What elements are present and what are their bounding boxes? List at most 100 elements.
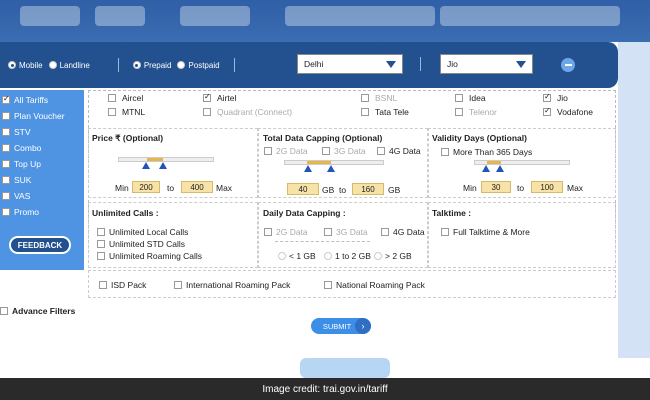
checkbox-icon	[203, 92, 211, 102]
submit-button[interactable]: SUBMIT ›	[311, 318, 371, 334]
connection-landline-radio[interactable]: Landline	[48, 61, 90, 70]
validity-max-input[interactable]: 100	[531, 181, 563, 193]
sidebar-item-suk[interactable]: SUK	[0, 172, 84, 188]
sidebar-item-combo[interactable]: Combo	[0, 140, 84, 156]
checkbox-icon	[324, 228, 332, 236]
talktime-title: Talktime :	[432, 208, 472, 218]
checkbox-icon	[361, 108, 369, 116]
radio-icon	[48, 61, 57, 69]
sidebar-item-vas[interactable]: VAS	[0, 188, 84, 204]
page-edge	[618, 42, 650, 358]
checkbox-icon	[108, 94, 116, 102]
checkbox-icon	[108, 108, 116, 116]
feedback-button[interactable]: FEEDBACK	[9, 236, 71, 254]
daily-4g-checkbox[interactable]: 4G Data	[381, 227, 425, 237]
checkbox-icon	[543, 106, 551, 116]
validity-365-checkbox[interactable]: More Than 365 Days	[441, 147, 532, 157]
price-max-input[interactable]: 400	[181, 181, 213, 193]
radio-icon	[374, 252, 382, 260]
chevron-right-icon: ›	[355, 318, 371, 334]
checkbox-icon	[203, 108, 211, 116]
total-3g-checkbox[interactable]: 3G Data	[322, 146, 366, 156]
total-data-max-handle[interactable]	[327, 165, 335, 172]
operator-aircel-checkbox[interactable]: Aircel	[108, 93, 143, 103]
total-data-min-handle[interactable]	[304, 165, 312, 172]
checkbox-icon	[455, 94, 463, 102]
blurred-header	[0, 0, 650, 42]
daily-1to2-radio[interactable]: 1 to 2 GB	[324, 251, 371, 261]
plan-prepaid-radio[interactable]: Prepaid	[132, 61, 171, 70]
daily-gt2-radio[interactable]: > 2 GB	[374, 251, 412, 261]
circle-select[interactable]: Delhi	[297, 54, 403, 74]
blurred-footer-button	[300, 358, 390, 378]
plan-postpaid-radio[interactable]: Postpaid	[177, 61, 220, 70]
sidebar-item-promo[interactable]: Promo	[0, 204, 84, 220]
checkbox-icon	[455, 108, 463, 116]
checkbox-icon	[2, 160, 10, 168]
operator-vodafone-checkbox[interactable]: Vodafone	[543, 106, 593, 117]
validity-to-label: to	[517, 183, 525, 193]
validity-max-handle[interactable]	[496, 165, 504, 172]
daily-2g-checkbox[interactable]: 2G Data	[264, 227, 308, 237]
total-data-till-input[interactable]: 160	[352, 183, 384, 195]
daily-data-title: Daily Data Capping :	[263, 208, 346, 218]
operator-jio-checkbox[interactable]: Jio	[543, 92, 568, 103]
sidebar-item-plan-voucher[interactable]: Plan Voucher	[0, 108, 84, 124]
intl-roaming-pack-checkbox[interactable]: International Roaming Pack	[174, 280, 290, 290]
unlimited-local-checkbox[interactable]: Unlimited Local Calls	[97, 227, 188, 237]
checkbox-icon	[2, 176, 10, 184]
daily-lt1-radio[interactable]: < 1 GB	[278, 251, 316, 261]
validity-min-input[interactable]: 30	[481, 181, 511, 193]
validity-slider-range	[487, 161, 501, 164]
operator-telenor-checkbox[interactable]: Telenor	[455, 107, 497, 117]
isd-pack-checkbox[interactable]: ISD Pack	[99, 280, 146, 290]
connection-mobile-radio[interactable]: Mobile	[8, 61, 43, 70]
sidebar-item-stv[interactable]: STV	[0, 124, 84, 140]
total-data-slider-range	[307, 161, 331, 164]
full-talktime-checkbox[interactable]: Full Talktime & More	[441, 227, 530, 237]
checkbox-icon	[2, 112, 10, 120]
unlimited-calls-title: Unlimited Calls :	[92, 208, 159, 218]
total-data-unit1: GB	[322, 185, 335, 195]
unlimited-roaming-checkbox[interactable]: Unlimited Roaming Calls	[97, 251, 202, 261]
operator-select[interactable]: Jio	[440, 54, 533, 74]
validity-min-handle[interactable]	[482, 165, 490, 172]
checkbox-icon	[97, 240, 105, 248]
operator-quadrant-connect-checkbox[interactable]: Quadrant (Connect)	[203, 107, 292, 117]
collapse-icon[interactable]	[561, 58, 575, 72]
price-min-handle[interactable]	[142, 162, 150, 169]
total-4g-checkbox[interactable]: 4G Data	[377, 146, 421, 156]
operator-airtel-checkbox[interactable]: Airtel	[203, 92, 236, 103]
national-roaming-pack-checkbox[interactable]: National Roaming Pack	[324, 280, 425, 290]
checkbox-icon	[441, 148, 449, 156]
price-min-input[interactable]: 200	[132, 181, 160, 193]
checkbox-icon	[543, 92, 551, 102]
divider	[420, 57, 421, 71]
operator-mtnl-checkbox[interactable]: MTNL	[108, 107, 145, 117]
total-2g-checkbox[interactable]: 2G Data	[264, 146, 308, 156]
total-data-title: Total Data Capping (Optional)	[263, 133, 383, 143]
checkbox-icon	[441, 228, 449, 236]
operator-bsnl-checkbox[interactable]: BSNL	[361, 93, 397, 103]
sidebar-item-all-tariffs[interactable]: All Tariffs	[0, 92, 84, 108]
operator-idea-checkbox[interactable]: Idea	[455, 93, 486, 103]
checkbox-icon	[264, 228, 272, 236]
checkbox-icon	[377, 147, 385, 155]
checkbox-icon	[99, 281, 107, 289]
checkbox-icon	[2, 94, 10, 104]
advance-filters-checkbox[interactable]: Advance Filters	[0, 306, 75, 316]
price-max-label: Max	[216, 183, 233, 193]
daily-3g-checkbox[interactable]: 3G Data	[324, 227, 368, 237]
price-to-label: to	[167, 183, 175, 193]
unlimited-std-checkbox[interactable]: Unlimited STD Calls	[97, 239, 185, 249]
validity-min-label: Min	[463, 183, 477, 193]
checkbox-icon	[174, 281, 182, 289]
checkbox-icon	[324, 281, 332, 289]
price-min-label: Min	[115, 183, 129, 193]
sidebar-item-top-up[interactable]: Top Up	[0, 156, 84, 172]
checkbox-icon	[322, 147, 330, 155]
total-data-from-input[interactable]: 40	[287, 183, 319, 195]
checkbox-icon	[2, 208, 10, 216]
operator-tata-tele-checkbox[interactable]: Tata Tele	[361, 107, 409, 117]
price-max-handle[interactable]	[159, 162, 167, 169]
